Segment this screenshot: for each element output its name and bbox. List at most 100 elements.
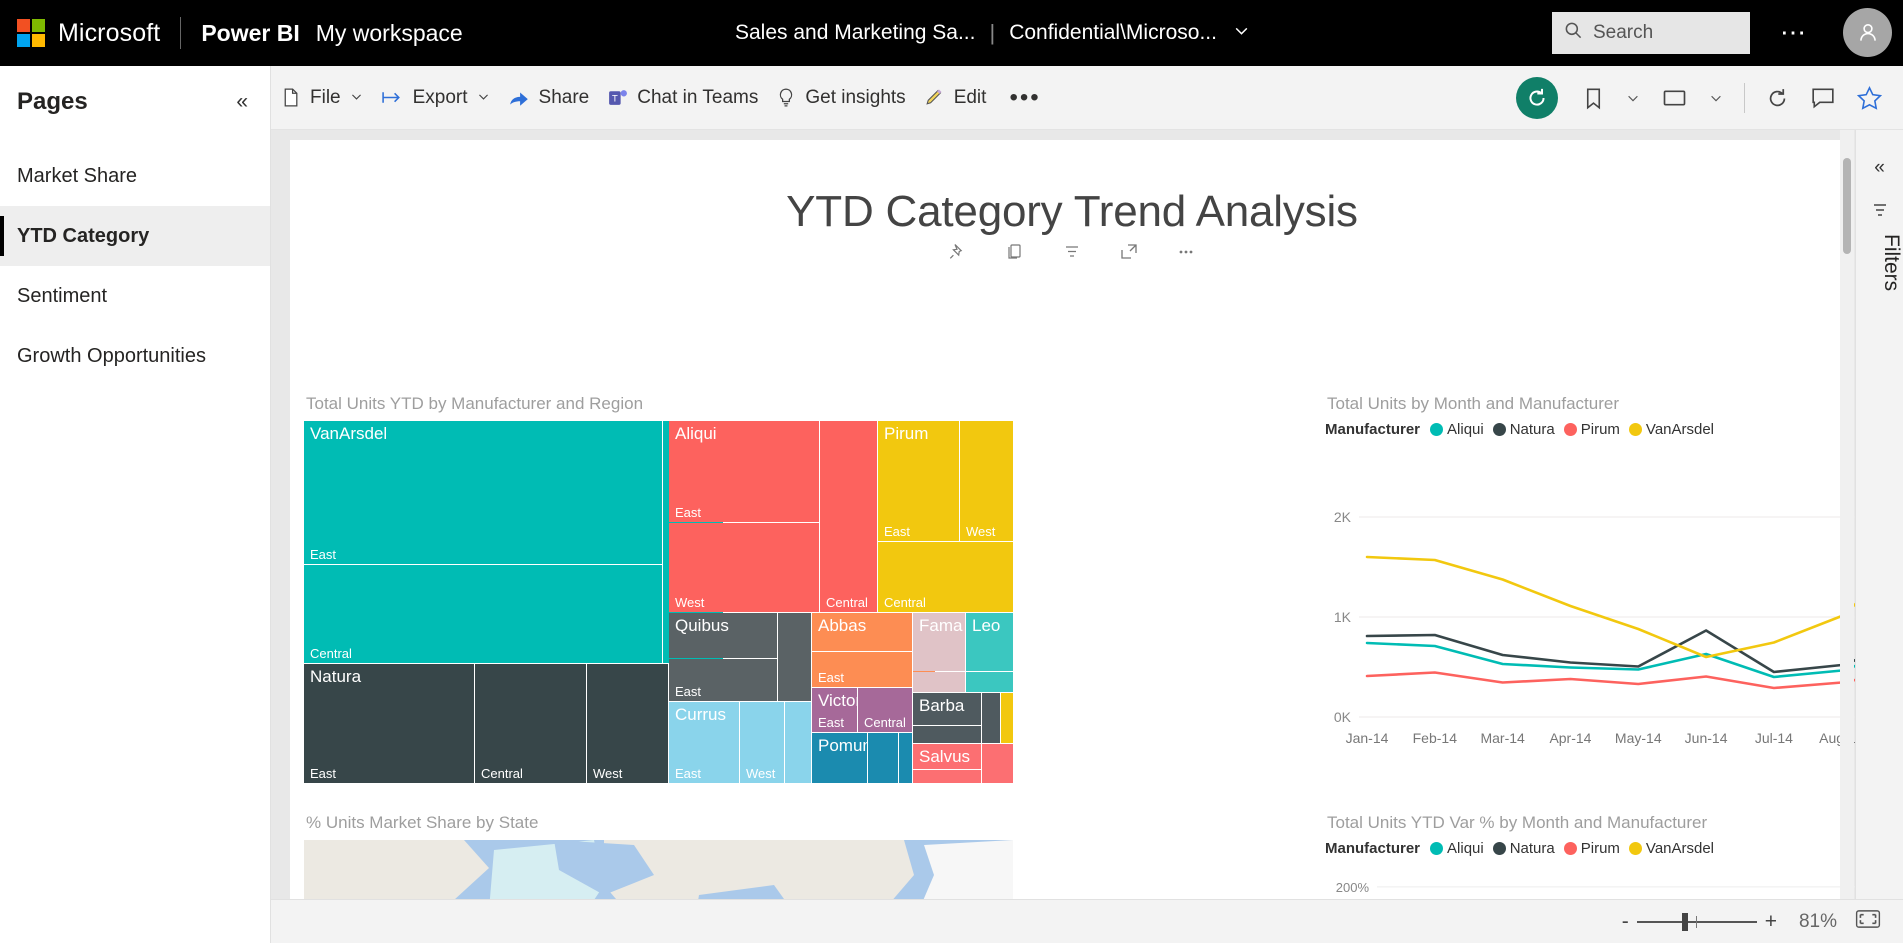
zoom-slider[interactable]	[1636, 912, 1757, 931]
treemap-cell[interactable]: Central	[304, 565, 662, 663]
treemap-cell[interactable]: Currus East	[669, 702, 739, 783]
treemap-visual[interactable]: Total Units YTD by Manufacturer and Regi…	[304, 394, 1014, 783]
favorite-star-icon[interactable]	[1846, 86, 1893, 110]
copy-icon[interactable]	[1005, 242, 1025, 267]
zoom-in-button[interactable]: +	[1757, 910, 1785, 934]
zoom-out-button[interactable]: -	[1614, 910, 1637, 934]
line-chart-visual[interactable]: Total Units by Month and Manufacturer Ma…	[1325, 394, 1903, 769]
powerbi-wordmark[interactable]: Power BI	[201, 20, 299, 47]
treemap-cell[interactable]	[899, 733, 912, 783]
treemap-cell[interactable]: East	[812, 652, 912, 687]
treemap-plot[interactable]: VanArsdel East Central West Natura East …	[304, 421, 1013, 783]
chevron-double-left-icon[interactable]: «	[236, 90, 248, 114]
chat-in-teams-button[interactable]: T Chat in Teams	[598, 66, 767, 130]
treemap-cell[interactable]: East	[669, 659, 777, 701]
treemap-cell[interactable]	[1001, 693, 1013, 743]
x-axis-tick-label: Apr-14	[1549, 730, 1591, 746]
workspace-link[interactable]: My workspace	[316, 20, 463, 47]
line-chart-plot[interactable]: 0K 1K 2K Jan-14 Feb-14 Mar-14 Apr-14 May-14 Jun-…	[1325, 442, 1903, 764]
sidebar-item-market-share[interactable]: Market Share	[0, 146, 270, 206]
legend-item-aliqui[interactable]: Aliqui	[1430, 421, 1484, 438]
treemap-cell[interactable]: West	[669, 523, 819, 612]
pin-icon[interactable]	[948, 242, 968, 267]
treemap-cell[interactable]	[982, 744, 1013, 783]
focus-mode-icon[interactable]	[1119, 242, 1139, 267]
treemap-cell[interactable]	[778, 613, 811, 701]
treemap-cell[interactable]	[913, 672, 965, 692]
fit-to-page-icon[interactable]	[1855, 909, 1881, 934]
toolbar-more-options-icon[interactable]: •••	[995, 85, 1054, 109]
account-avatar-icon[interactable]	[1843, 8, 1892, 57]
sensitivity-label[interactable]: Confidential\Microso...	[1009, 21, 1217, 45]
bookmark-icon[interactable]	[1572, 87, 1615, 110]
treemap-cell[interactable]: Natura East	[304, 664, 474, 783]
treemap-cell[interactable]: Central	[878, 542, 1013, 612]
more-options-icon[interactable]	[1176, 242, 1196, 267]
treemap-cell[interactable]: Salvus	[913, 744, 981, 769]
legend-item-natura[interactable]: Natura	[1492, 421, 1555, 438]
legend-item-natura[interactable]: Natura	[1492, 840, 1555, 857]
treemap-cell[interactable]: Aliqui East	[669, 421, 819, 522]
chevron-down-icon[interactable]	[350, 87, 363, 109]
treemap-cell[interactable]	[785, 702, 811, 783]
filter-icon[interactable]	[1062, 242, 1082, 267]
treemap-cell[interactable]: Barba	[913, 693, 981, 725]
treemap-cell[interactable]: Pomum	[812, 733, 867, 783]
legend-item-aliqui[interactable]: Aliqui	[1430, 840, 1484, 857]
treemap-cell-region: West	[746, 766, 776, 781]
legend-item-vanarsdel[interactable]: VanArsdel	[1628, 840, 1714, 857]
treemap-cell-region: Central	[864, 715, 906, 730]
treemap-cell[interactable]	[982, 693, 1000, 743]
reset-icon[interactable]	[1516, 77, 1558, 119]
zoom-slider-handle[interactable]	[1682, 912, 1689, 931]
treemap-cell[interactable]	[913, 770, 981, 783]
treemap-cell[interactable]	[966, 672, 1013, 692]
legend-item-vanarsdel[interactable]: VanArsdel	[1628, 421, 1714, 438]
sidebar-item-label: Sentiment	[17, 284, 108, 307]
legend-item-pirum[interactable]: Pirum	[1563, 421, 1620, 438]
export-menu-button[interactable]: Export	[372, 66, 499, 130]
treemap-cell[interactable]: West	[587, 664, 668, 783]
treemap-cell-region: East	[884, 524, 911, 539]
search-input[interactable]: Search	[1552, 12, 1750, 54]
edit-button[interactable]: Edit	[915, 66, 996, 130]
get-insights-button[interactable]: Get insights	[767, 66, 914, 130]
chevron-double-left-icon[interactable]: «	[1856, 130, 1903, 179]
canvas-scrollbar-thumb[interactable]	[1843, 158, 1851, 254]
treemap-cell[interactable]: Abbas	[812, 613, 912, 651]
view-icon[interactable]	[1651, 88, 1698, 108]
more-options-icon[interactable]: ⋯	[1780, 19, 1808, 45]
treemap-cell[interactable]: Quibus	[669, 613, 777, 658]
view-caret-icon[interactable]	[1698, 91, 1734, 105]
treemap-cell[interactable]	[913, 726, 981, 743]
treemap-cell[interactable]: VanArsdel East	[304, 421, 662, 564]
report-name[interactable]: Sales and Marketing Sa...	[735, 21, 975, 45]
bookmark-caret-icon[interactable]	[1615, 91, 1651, 105]
treemap-cell[interactable]	[868, 733, 898, 783]
treemap-cell[interactable]: Central	[858, 688, 912, 732]
chevron-down-icon[interactable]	[477, 87, 490, 109]
comment-icon[interactable]	[1800, 87, 1846, 109]
legend-label: Pirum	[1580, 840, 1620, 857]
treemap-cell[interactable]: Victoria East	[812, 688, 857, 732]
file-menu-button[interactable]: File	[271, 66, 372, 130]
treemap-cell[interactable]: Fama	[913, 613, 965, 671]
treemap-cell[interactable]: Central	[475, 664, 586, 783]
treemap-cell-region: East	[675, 766, 702, 781]
legend-item-pirum[interactable]: Pirum	[1563, 840, 1620, 857]
treemap-cell[interactable]: Pirum East	[878, 421, 959, 541]
canvas-scrollbar[interactable]	[1840, 130, 1854, 943]
sidebar-item-growth-opportunities[interactable]: Growth Opportunities	[0, 326, 270, 386]
microsoft-brand[interactable]: Microsoft	[0, 19, 160, 48]
treemap-cell[interactable]: Central	[820, 421, 877, 612]
treemap-cell[interactable]: West	[960, 421, 1013, 541]
treemap-cell[interactable]: Leo	[966, 613, 1013, 671]
refresh-icon[interactable]	[1755, 87, 1800, 110]
treemap-cell[interactable]: West	[740, 702, 784, 783]
filters-panel-collapsed[interactable]: « Filters	[1855, 130, 1903, 943]
map-title: % Units Market Share by State	[306, 813, 539, 832]
sidebar-item-ytd-category[interactable]: YTD Category	[0, 206, 270, 266]
share-button[interactable]: Share	[499, 66, 599, 130]
chevron-down-icon[interactable]	[1233, 21, 1250, 45]
sidebar-item-sentiment[interactable]: Sentiment	[0, 266, 270, 326]
